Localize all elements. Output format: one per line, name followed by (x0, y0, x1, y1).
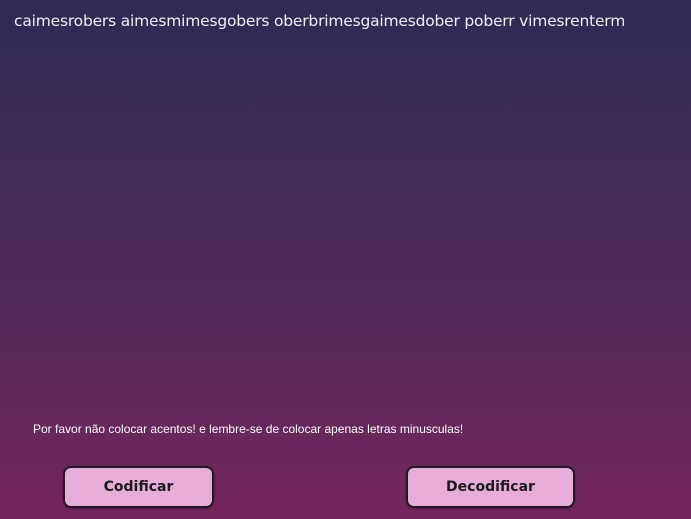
decode-button[interactable]: Decodificar (406, 466, 575, 508)
encode-button[interactable]: Codificar (63, 466, 214, 508)
instruction-notice: Por favor não colocar acentos! e lembre-… (33, 422, 464, 436)
output-text: caimesrobers aimesmimesgobers oberbrimes… (14, 12, 626, 30)
